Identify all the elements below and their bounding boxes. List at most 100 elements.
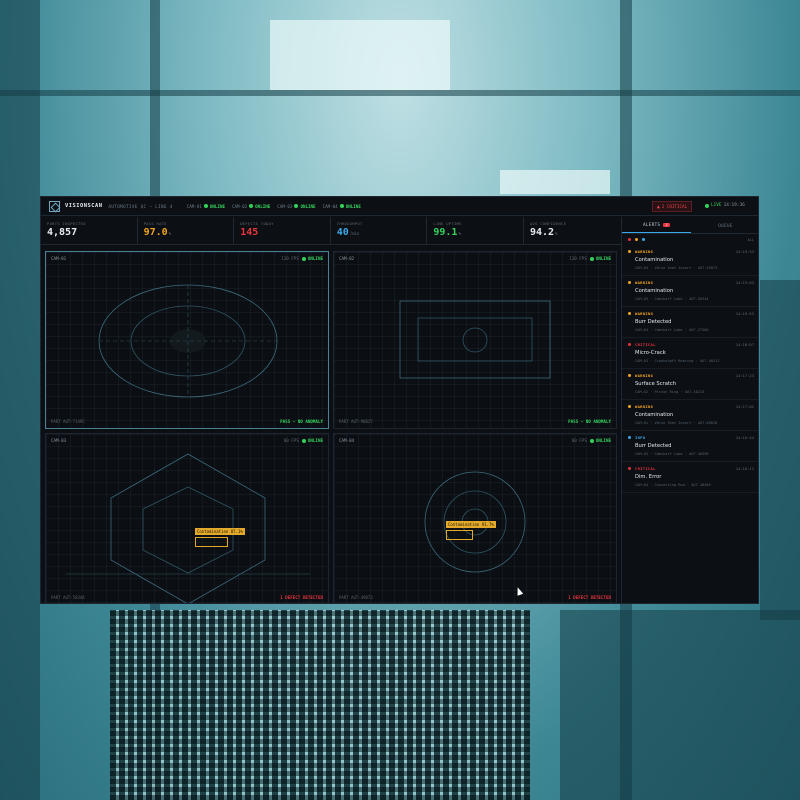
alert-title: Contamination <box>635 288 674 294</box>
alert-item[interactable]: CRITICAL 14:16:11 Dim. Error CAM-04 · Conne… <box>622 462 758 493</box>
live-clock: LIVE 14:19:36 <box>705 203 745 208</box>
alert-title: Burr Detected <box>635 319 672 325</box>
alert-time: 14:17:02 <box>735 404 754 409</box>
alert-title: Micro-Crack <box>635 350 666 356</box>
stat-pass-rate: PASS RATE 97.0% <box>138 217 235 245</box>
line-selector[interactable]: AUTOMOTIVE QC — LINE 4 <box>108 204 172 209</box>
defect-bounding-box[interactable] <box>446 530 473 540</box>
stat-defects-today: DEFECTS TODAY 145 <box>234 217 331 245</box>
alert-title: Dim. Error <box>635 474 662 480</box>
brand-name: VISIONSCAN <box>65 203 103 209</box>
inspection-result: 1 DEFECT DETECTED <box>568 595 611 600</box>
camera-feed-cam-04[interactable]: Contamination 91.7% CAM-04 60 FPS ONLINE … <box>333 433 617 603</box>
alert-item[interactable]: WARNING 14:17:23 Surface Scratch CAM-02 · P… <box>622 369 758 400</box>
stat-throughput: THROUGHPUT 40/min <box>331 217 428 245</box>
alert-severity: WARNING <box>635 311 654 316</box>
stat-line-uptime: LINE UPTIME 99.1% <box>427 217 524 245</box>
kpi-strip: PARTS INSPECTED 4,857 PASS RATE 97.0% DE… <box>41 217 621 245</box>
online-dot-icon <box>203 204 208 208</box>
alert-title: Surface Scratch <box>635 381 677 387</box>
camera-name: CAM-03 <box>51 438 67 443</box>
alert-meta: CAM-04 · Valve Seat Insert · AUT-49073 <box>635 266 718 270</box>
filter-warning-icon[interactable] <box>635 238 638 241</box>
alert-time: 14:19:33 <box>735 249 754 254</box>
cam-04-overlay <box>424 471 526 573</box>
alert-item[interactable]: WARNING 14:19:03 Contamination CAM-03 · Cam… <box>622 276 758 307</box>
alert-count-badge: 2 <box>663 222 671 227</box>
severity-filter: ALL <box>622 234 758 245</box>
part-id: PART AUT-49073 <box>339 595 373 600</box>
online-dot-icon <box>339 204 344 208</box>
online-dot-icon <box>294 204 299 208</box>
camera-feed-cam-02[interactable]: CAM-02 120 FPS ONLINE PART AUT-90627 PASS… <box>333 251 617 429</box>
severity-dot-icon <box>628 374 631 377</box>
online-dot-icon <box>301 256 306 261</box>
part-id: PART AUT-71492 <box>51 419 85 424</box>
alerts-panel: ALERTS 2 QUEUE ALL WARNING 14:19:33 Contam… <box>621 217 758 603</box>
online-dot-icon <box>249 204 254 208</box>
alert-meta: CAM-03 · Crankshaft Bearing · AUT-40312 <box>635 359 720 363</box>
alert-severity: WARNING <box>635 249 654 254</box>
alert-item[interactable]: CRITICAL 14:18:07 Micro-Crack CAM-03 · Cran… <box>622 338 758 369</box>
camera-feed-cam-03[interactable]: Contamination 87.1% CAM-03 60 FPS ONLINE … <box>45 433 329 603</box>
alert-time: 14:17:23 <box>735 373 754 378</box>
top-bar: VISIONSCAN AUTOMOTIVE QC — LINE 4 CAM-01… <box>41 197 758 216</box>
alert-time: 14:16:11 <box>735 466 754 471</box>
severity-dot-icon <box>628 436 631 439</box>
alert-meta: CAM-03 · Camshaft Lobe · AUT-58344 <box>635 297 709 301</box>
camera-name: CAM-01 <box>51 256 67 261</box>
alert-meta: CAM-03 · Camshaft Lobe · AUT-40390 <box>635 452 709 456</box>
severity-dot-icon <box>628 405 631 408</box>
inspection-result: 1 DEFECT DETECTED <box>280 595 323 600</box>
online-dot-icon <box>589 438 594 443</box>
alert-item[interactable]: WARNING 14:19:33 Contamination CAM-04 · Val… <box>622 245 758 276</box>
stat-parts-inspected: PARTS INSPECTED 4,857 <box>41 217 138 245</box>
filter-all-button[interactable]: ALL <box>748 238 755 242</box>
alert-severity: WARNING <box>635 404 654 409</box>
camera-name: CAM-02 <box>339 256 355 261</box>
header-cam-status: CAM-01 ONLINE <box>186 203 226 209</box>
alert-time: 14:18:53 <box>735 311 754 316</box>
tab-alerts[interactable]: ALERTS 2 <box>622 217 691 233</box>
filter-critical-icon[interactable] <box>628 238 631 241</box>
live-dot-icon <box>705 203 709 208</box>
online-dot-icon <box>301 438 306 443</box>
alert-title: Contamination <box>635 412 674 418</box>
filter-info-icon[interactable] <box>642 238 645 241</box>
severity-dot-icon <box>628 250 631 253</box>
cam-02-overlay <box>399 300 551 379</box>
alert-meta: CAM-04 · Connecting Rod · AUT-48489 <box>635 483 711 487</box>
alert-item[interactable]: WARNING 14:18:53 Burr Detected CAM-04 · Cam… <box>622 307 758 338</box>
alert-time: 14:18:07 <box>735 342 754 347</box>
camera-feed-cam-01[interactable]: CAM-01 120 FPS ONLINE PART AUT-71492 PASS… <box>45 251 329 429</box>
alert-meta: CAM-01 · Valve Seat Insert · AUT-68018 <box>635 421 718 425</box>
cam-01-overlay <box>98 284 278 398</box>
severity-dot-icon <box>628 343 631 346</box>
defect-label: Contamination 87.1% <box>195 528 245 535</box>
stat-avg-confidence: AVG CONFIDENCE 94.2% <box>529 221 567 238</box>
critical-alerts-button[interactable]: ▲ 2 CRITICAL <box>652 201 692 212</box>
part-id: PART AUT-58344 <box>51 595 85 600</box>
visionscan-window: VISIONSCAN AUTOMOTIVE QC — LINE 4 CAM-01… <box>40 196 759 604</box>
alert-severity: INFO <box>635 435 646 440</box>
defect-bounding-box[interactable] <box>195 537 228 547</box>
warning-triangle-icon: ▲ <box>656 203 660 210</box>
alert-title: Contamination <box>635 257 674 263</box>
severity-dot-icon <box>628 281 631 284</box>
header-cam-status: CAM-03 ONLINE <box>277 203 316 209</box>
alert-severity: WARNING <box>635 280 654 285</box>
alert-meta: CAM-02 · Piston Ring · AUT-40213 <box>635 390 705 394</box>
severity-dot-icon <box>628 467 631 470</box>
alert-severity: CRITICAL <box>635 342 656 347</box>
tab-queue[interactable]: QUEUE <box>691 217 758 233</box>
alert-item[interactable]: INFO 14:16:44 Burr Detected CAM-03 · Camsha… <box>622 431 758 462</box>
camera-grid: CAM-01 120 FPS ONLINE PART AUT-71492 PASS… <box>45 251 617 603</box>
alert-item[interactable]: WARNING 14:17:02 Contamination CAM-01 · Val… <box>622 400 758 431</box>
logo-icon <box>49 200 60 212</box>
part-id: PART AUT-90627 <box>339 419 373 424</box>
header-cam-status: CAM-02 ONLINE <box>232 203 271 209</box>
alert-title: Burr Detected <box>635 443 672 449</box>
alert-severity: WARNING <box>635 373 654 378</box>
alert-time: 14:19:03 <box>735 280 754 285</box>
alert-severity: CRITICAL <box>635 466 656 471</box>
